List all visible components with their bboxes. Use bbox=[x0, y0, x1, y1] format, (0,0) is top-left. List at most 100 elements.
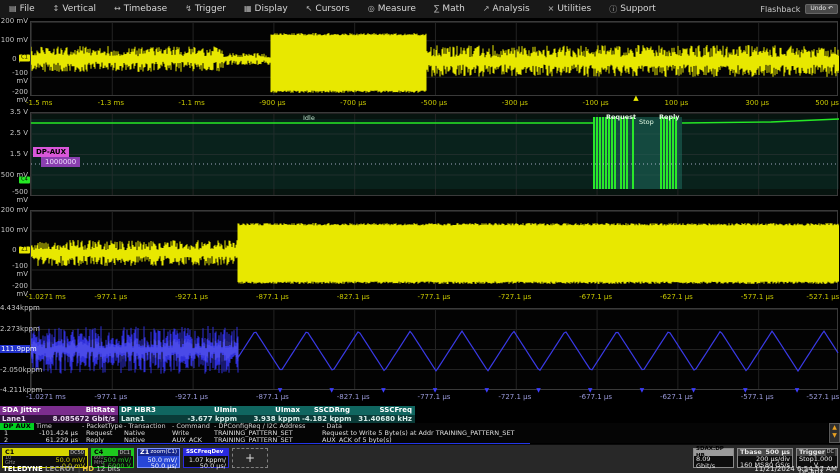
menu-item-math[interactable]: ∑Math bbox=[425, 4, 474, 14]
c1-trace bbox=[31, 22, 839, 97]
menu-item-analysis[interactable]: ↗Analysis bbox=[474, 4, 539, 14]
decode-bus-label[interactable]: DP AUX bbox=[0, 423, 34, 430]
scroll-down-icon[interactable]: ▼ bbox=[830, 432, 839, 440]
ssc-trough-marker: ▼ bbox=[433, 387, 438, 394]
waveform-panel-z1[interactable] bbox=[30, 210, 838, 290]
sda-jitter-table[interactable]: SDA Jitter BitRate Lane1 8.085672 Gbit/s bbox=[0, 406, 118, 423]
file-icon: ▤ bbox=[9, 4, 17, 13]
time-tick-label: -677.1 µs bbox=[579, 393, 612, 401]
time-tick-label: -727.1 µs bbox=[498, 393, 531, 401]
menu-item-support[interactable]: ⓘSupport bbox=[600, 4, 665, 15]
menu-item-file[interactable]: ▤File bbox=[0, 4, 44, 14]
time-tick-label: -877.1 µs bbox=[256, 393, 289, 401]
stop-decode-label: Stop bbox=[639, 118, 654, 126]
panel3-ylabel: 100 mV bbox=[0, 226, 28, 234]
jitter-table-header: SDA Jitter BitRate bbox=[0, 406, 118, 415]
decode-col-header[interactable]: - Transaction bbox=[124, 423, 166, 430]
z1-ground-marker[interactable]: Z1 bbox=[19, 247, 30, 254]
panel1-ylabel: -200 mV bbox=[0, 88, 28, 104]
undo-arrow-icon: ↶ bbox=[828, 5, 833, 12]
sscdrng-header: SSCDRng bbox=[302, 406, 350, 415]
menu-item-label: File bbox=[20, 4, 35, 14]
trigger-time-marker[interactable]: ▲ bbox=[633, 94, 638, 102]
waveform-panel-c1[interactable] bbox=[30, 21, 838, 96]
scroll-up-icon[interactable]: ▲ bbox=[830, 424, 839, 432]
time-tick-label: -527.1 µs bbox=[806, 293, 839, 301]
dp-table-header: DP HBR3 UImin UImax SSCDRng SSCFreq bbox=[119, 406, 415, 415]
time-tick-label: -700 µs bbox=[340, 99, 366, 107]
time-tick-label: -927.1 µs bbox=[175, 393, 208, 401]
time-tick-label: -977.1 µs bbox=[94, 393, 127, 401]
time-tick-label: -1.1 ms bbox=[178, 99, 204, 107]
decode-col-header[interactable]: - Data bbox=[322, 423, 342, 430]
decode-col-header[interactable]: Time bbox=[36, 423, 52, 430]
display-icon: ▦ bbox=[244, 4, 252, 13]
menu-item-cursors[interactable]: ↖Cursors bbox=[297, 4, 359, 14]
menubar-items: ▤File↕Vertical↔Timebase↯Trigger▦Display↖… bbox=[0, 4, 665, 15]
cursors-icon: ↖ bbox=[306, 4, 313, 13]
menu-item-label: Analysis bbox=[493, 4, 530, 14]
c1-ground-marker[interactable]: C1 bbox=[19, 55, 30, 62]
menu-item-label: Cursors bbox=[315, 4, 349, 14]
time-tick-label: -577.1 µs bbox=[741, 293, 774, 301]
sscfreq-value: 31.40680 kHz bbox=[353, 415, 412, 424]
menu-item-timebase[interactable]: ↔Timebase bbox=[105, 4, 176, 14]
panel1-ylabel: -100 mV bbox=[0, 69, 28, 85]
panel3-ylabel: -200 mV bbox=[0, 282, 28, 298]
time-tick-label: -827.1 µs bbox=[337, 393, 370, 401]
ssc-trough-marker: ▼ bbox=[588, 387, 593, 394]
menu-item-label: Math bbox=[442, 4, 465, 14]
time-tick-label: -777.1 µs bbox=[418, 393, 451, 401]
trigger-icon: ↯ bbox=[185, 4, 192, 13]
menu-item-measure[interactable]: ◎Measure bbox=[359, 4, 425, 14]
menu-item-label: Measure bbox=[378, 4, 416, 14]
waveform-panel-dp-aux[interactable]: Idle Request Stop Reply DP-AUX 1000000 bbox=[30, 112, 838, 196]
status-bar: C1 DC50 10 GHz 50.0 mV/ 0.0 mV C4 DC1 60… bbox=[0, 444, 840, 473]
ssc-trough-marker: ▼ bbox=[278, 387, 283, 394]
flashback-label: Flashback bbox=[760, 5, 800, 14]
time-tick-label: 100 µs bbox=[665, 99, 689, 107]
brand-hd: HD bbox=[82, 465, 94, 473]
add-trace-button[interactable]: + bbox=[232, 448, 268, 468]
menu-item-display[interactable]: ▦Display bbox=[235, 4, 297, 14]
menu-item-label: Trigger bbox=[195, 4, 226, 14]
decode-col-header[interactable]: - Command bbox=[172, 423, 210, 430]
sda-descriptor-box[interactable]: SDAX:DP HB... 8.09 Gbit/s bbox=[693, 448, 734, 468]
ssc-trough-marker: ▼ bbox=[743, 387, 748, 394]
decode-col-header[interactable]: - DPConfigReq / I2C Address bbox=[214, 423, 305, 430]
c4-ground-marker[interactable]: C4 bbox=[19, 177, 30, 184]
panel4-ylabel: -4.211kppm bbox=[0, 386, 28, 394]
dp-aux-bus-tag[interactable]: DP-AUX bbox=[33, 147, 69, 157]
ssc-trough-marker: ▼ bbox=[381, 387, 386, 394]
uimax-header: UImax bbox=[240, 406, 300, 415]
panel2-ylabel: -500 mV bbox=[0, 188, 28, 204]
sscfreq-header: SSCFreq bbox=[353, 406, 412, 415]
time-axis-2[interactable]: -1.0271 ms-977.1 µs-927.1 µs-877.1 µs-82… bbox=[0, 290, 840, 304]
menu-item-label: Support bbox=[620, 4, 656, 14]
z1-source: zoom(C1) bbox=[150, 449, 177, 456]
menu-item-label: Timebase bbox=[124, 4, 167, 14]
analysis-icon: ↗ bbox=[483, 4, 490, 13]
z1-descriptor-box[interactable]: Z1 zoom(C1) 50.0 mV/ 50.0 µs/ bbox=[137, 448, 180, 468]
undo-button[interactable]: Undo ↶ bbox=[805, 4, 838, 14]
measure-icon: ◎ bbox=[368, 4, 375, 13]
waveform-panel-sscfreqdev[interactable] bbox=[30, 308, 838, 390]
panel3-ylabel: -100 mV bbox=[0, 262, 28, 278]
decode-table-scrollbar[interactable]: ▲ ▼ bbox=[829, 423, 840, 443]
dp-hbr3-table[interactable]: DP HBR3 UImin UImax SSCDRng SSCFreq Lane… bbox=[119, 406, 415, 423]
menu-item-label: Vertical bbox=[62, 4, 96, 14]
vertical-icon: ↕ bbox=[53, 4, 60, 13]
decode-col-header[interactable]: - PacketType bbox=[82, 423, 123, 430]
menu-item-utilities[interactable]: ×Utilities bbox=[539, 4, 601, 14]
time-tick-label: -500 µs bbox=[421, 99, 447, 107]
dp-aux-bus-value: 1000000 bbox=[41, 157, 80, 167]
dp-aux-decode-table[interactable]: DP AUX Time - PacketType- Transaction - Co… bbox=[0, 423, 828, 443]
c4-coupling-badge: DC1 bbox=[118, 450, 131, 456]
time-axis-3[interactable]: -1.0271 ms-977.1 µs-927.1 µs-877.1 µs-82… bbox=[0, 390, 840, 405]
menu-item-vertical[interactable]: ↕Vertical bbox=[44, 4, 105, 14]
sscfreqdev-label: SSCFreqDev bbox=[186, 449, 223, 456]
menu-item-trigger[interactable]: ↯Trigger bbox=[176, 4, 235, 14]
sscfreqdev-descriptor-box[interactable]: SSCFreqDev 1.07 kppm/ 50.0 µs/ bbox=[183, 448, 229, 468]
time-tick-label: -1.3 ms bbox=[98, 99, 124, 107]
time-axis-1[interactable]: -1.5 ms-1.3 ms-1.1 ms-900 µs-700 µs-500 … bbox=[0, 96, 840, 111]
